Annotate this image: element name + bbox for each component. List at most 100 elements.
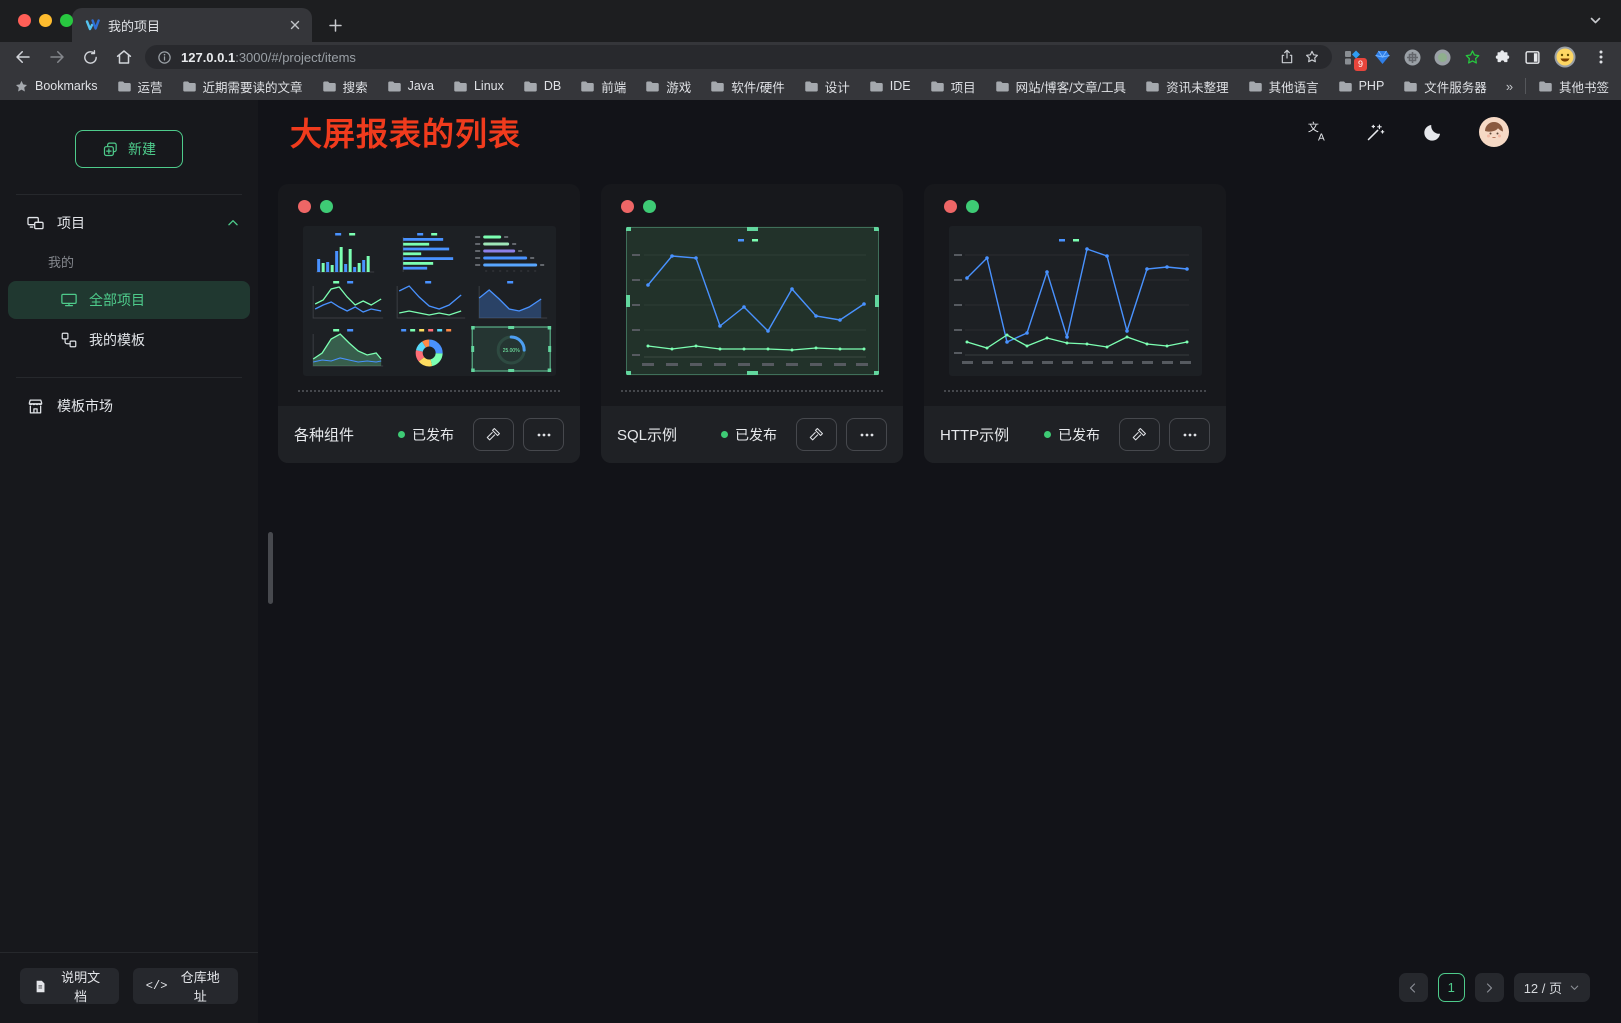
extension-gem-icon[interactable] <box>1374 49 1391 66</box>
folder-icon <box>645 79 660 94</box>
user-avatar[interactable] <box>1479 117 1509 147</box>
folder-icon <box>182 79 197 94</box>
bookmark-folder[interactable]: 其他语言 <box>1248 77 1319 96</box>
profile-emoji-icon[interactable] <box>1554 46 1576 68</box>
sidebar-group-project[interactable]: 项目 <box>0 203 258 243</box>
bookmark-folder[interactable]: 软件/硬件 <box>710 77 784 96</box>
new-project-button[interactable]: 新建 <box>75 130 183 168</box>
scrollbar-thumb[interactable] <box>268 532 273 604</box>
bookmark-folder[interactable]: IDE <box>869 79 911 94</box>
macos-traffic-lights <box>18 14 73 27</box>
card-dot-green <box>643 200 656 213</box>
bookmark-folder[interactable]: 资讯未整理 <box>1145 77 1229 96</box>
bookmarks-root[interactable]: Bookmarks <box>14 79 98 94</box>
edit-project-button[interactable] <box>1119 418 1160 451</box>
prev-page-button[interactable] <box>1399 973 1428 1002</box>
chevron-up-icon[interactable] <box>226 216 240 230</box>
language-translate-icon[interactable]: 文A <box>1307 121 1329 143</box>
svg-text:A: A <box>1318 132 1325 143</box>
hammer-icon <box>1131 426 1148 443</box>
bookmark-folder[interactable]: Linux <box>453 79 504 94</box>
more-actions-button[interactable] <box>1169 418 1210 451</box>
close-tab-icon[interactable] <box>288 18 302 32</box>
dark-mode-moon-icon[interactable] <box>1422 122 1443 143</box>
extension-command-icon[interactable] <box>1404 49 1421 66</box>
extension-badge: 9 <box>1354 58 1367 71</box>
sidebar-item-all-projects[interactable]: 全部项目 <box>8 281 250 319</box>
mini-progress-ring-selected: 25.00% <box>471 326 551 372</box>
home-icon[interactable] <box>115 48 133 66</box>
bookmark-folder[interactable]: 前端 <box>580 77 626 96</box>
page-number-button[interactable]: 1 <box>1438 973 1465 1002</box>
chevron-down-icon <box>1569 982 1580 993</box>
bookmarks-divider <box>1525 78 1526 94</box>
bookmarks-bar: Bookmarks 运营 近期需要读的文章 搜索 Java Linux DB 前… <box>0 72 1621 100</box>
extension-record-icon[interactable] <box>1434 49 1451 66</box>
address-bar[interactable]: 127.0.0.1:3000/#/project/items <box>145 45 1332 69</box>
storefront-icon <box>26 397 45 416</box>
project-title: SQL示例 <box>617 424 721 445</box>
bookmark-folder[interactable]: 运营 <box>117 77 163 96</box>
project-title: HTTP示例 <box>940 424 1044 445</box>
folder-icon <box>995 79 1010 94</box>
bookmark-folder[interactable]: Java <box>387 79 434 94</box>
sidebar-item-template-market[interactable]: 模板市场 <box>0 386 258 426</box>
other-bookmarks-folder[interactable]: 其他书签 <box>1538 77 1609 96</box>
url-text[interactable]: 127.0.0.1:3000/#/project/items <box>181 50 356 65</box>
repo-button[interactable]: </> 仓库地址 <box>133 968 238 1004</box>
minimize-window-button[interactable] <box>39 14 52 27</box>
extension-tab-manager-icon[interactable]: 9 <box>1344 49 1361 66</box>
more-dots-icon <box>1182 427 1198 443</box>
project-card[interactable]: SQL示例 已发布 <box>601 184 903 463</box>
more-actions-button[interactable] <box>846 418 887 451</box>
share-icon[interactable] <box>1279 49 1295 65</box>
project-thumbnail <box>626 226 879 376</box>
browser-tab[interactable]: 我的项目 <box>72 8 312 42</box>
bookmark-folder[interactable]: 项目 <box>930 77 976 96</box>
extension-star-icon[interactable] <box>1464 49 1481 66</box>
edit-project-button[interactable] <box>796 418 837 451</box>
mini-bar-chart <box>307 230 387 276</box>
bookmark-folder[interactable]: DB <box>523 79 561 94</box>
mini-line-chart <box>389 278 469 324</box>
card-dashed-divider <box>298 390 560 392</box>
close-window-button[interactable] <box>18 14 31 27</box>
extensions-puzzle-icon[interactable] <box>1494 49 1511 66</box>
forward-icon[interactable] <box>48 48 66 66</box>
bookmark-folder[interactable]: 设计 <box>804 77 850 96</box>
bookmark-star-icon[interactable] <box>1304 49 1320 65</box>
folder-icon <box>387 79 402 94</box>
bookmark-folder[interactable]: PHP <box>1338 79 1385 94</box>
project-card[interactable]: HTTP示例 已发布 <box>924 184 1226 463</box>
bookmarks-overflow-chevron[interactable]: » <box>1506 79 1513 94</box>
docs-button[interactable]: 说明文档 <box>20 968 119 1004</box>
folder-icon <box>453 79 468 94</box>
browser-menu-icon[interactable] <box>1593 49 1609 65</box>
status-badge: 已发布 <box>721 425 777 445</box>
bookmark-folder[interactable]: 游戏 <box>645 77 691 96</box>
bookmark-folder[interactable]: 近期需要读的文章 <box>182 77 303 96</box>
site-info-icon[interactable] <box>157 50 172 65</box>
bookmark-folder[interactable]: 搜索 <box>322 77 368 96</box>
reload-icon[interactable] <box>82 49 99 66</box>
back-icon[interactable] <box>14 48 32 66</box>
bookmark-folder[interactable]: 网站/博客/文章/工具 <box>995 77 1126 96</box>
edit-project-button[interactable] <box>473 418 514 451</box>
more-actions-button[interactable] <box>523 418 564 451</box>
project-card[interactable]: 25.00% 各种组件 已发布 <box>278 184 580 463</box>
card-footer: HTTP示例 已发布 <box>924 406 1226 463</box>
copy-plus-icon <box>102 141 119 158</box>
tab-search-chevron-icon[interactable] <box>1588 13 1603 28</box>
next-page-button[interactable] <box>1475 973 1504 1002</box>
zoom-window-button[interactable] <box>60 14 73 27</box>
new-tab-button[interactable] <box>322 12 348 38</box>
sidebar-item-my-templates[interactable]: 我的模板 <box>8 321 250 359</box>
template-nodes-icon <box>60 331 78 349</box>
card-dot-green <box>320 200 333 213</box>
bookmark-folder[interactable]: 文件服务器 <box>1403 77 1487 96</box>
code-icon: </> <box>146 979 168 993</box>
magic-wand-icon[interactable] <box>1365 122 1386 143</box>
folder-icon <box>322 79 337 94</box>
page-size-select[interactable]: 12 / 页 <box>1514 973 1590 1002</box>
side-panel-icon[interactable] <box>1524 49 1541 66</box>
